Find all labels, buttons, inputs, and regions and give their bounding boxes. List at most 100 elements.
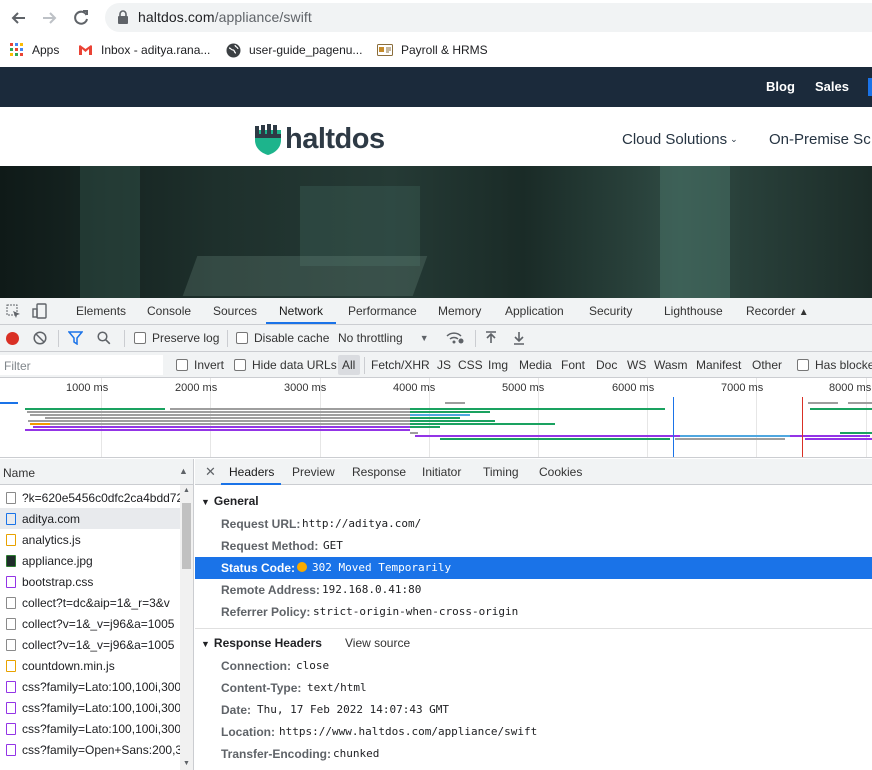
forward-icon[interactable]	[38, 7, 60, 29]
filter-media[interactable]: Media	[519, 358, 552, 372]
header-key: Status Code:	[221, 561, 296, 575]
filter-font[interactable]: Font	[561, 358, 585, 372]
tab-console[interactable]: Console	[147, 304, 191, 318]
tab-elements[interactable]: Elements	[76, 304, 126, 318]
request-row[interactable]: css?family=Open+Sans:200,3	[0, 739, 180, 760]
back-icon[interactable]	[8, 7, 30, 29]
sales-link[interactable]: Sales	[815, 79, 849, 94]
blog-link[interactable]: Blog	[766, 79, 795, 94]
hide-data-urls-checkbox[interactable]: Hide data URLs	[234, 358, 337, 372]
tab-memory[interactable]: Memory	[438, 304, 481, 318]
clear-icon[interactable]	[33, 331, 47, 348]
bookmark-inbox[interactable]: Inbox - aditya.rana...	[78, 41, 210, 59]
checkbox[interactable]	[134, 332, 146, 344]
checkbox[interactable]	[234, 359, 246, 371]
tab-recorder[interactable]: Recorder ▲	[746, 304, 809, 318]
filter-css[interactable]: CSS	[458, 358, 483, 372]
filter-input[interactable]: Filter	[0, 355, 163, 375]
request-row[interactable]: aditya.com	[0, 508, 180, 529]
invert-checkbox[interactable]: Invert	[176, 358, 224, 372]
request-row[interactable]: ?k=620e5456c0dfc2ca4bdd72	[0, 487, 180, 508]
sort-up-icon[interactable]: ▲	[179, 466, 188, 476]
tab-headers[interactable]: Headers	[229, 465, 274, 479]
import-har-icon[interactable]	[485, 331, 497, 348]
checkbox[interactable]	[236, 332, 248, 344]
nav-cloud-solutions[interactable]: Cloud Solutions ⌄	[622, 131, 738, 148]
preserve-log-checkbox[interactable]: Preserve log	[134, 331, 219, 345]
request-row[interactable]: css?family=Lato:100,100i,300,	[0, 697, 180, 718]
filter-wasm[interactable]: Wasm	[654, 358, 688, 372]
view-source-link[interactable]: View source	[345, 636, 410, 650]
haltdos-logo[interactable]: haltdos	[253, 123, 385, 156]
filter-all[interactable]: All	[342, 358, 355, 372]
record-icon[interactable]	[6, 332, 19, 345]
load-event-marker	[802, 397, 803, 457]
export-har-icon[interactable]	[513, 331, 525, 348]
checkbox[interactable]	[797, 359, 809, 371]
has-blocked-checkbox[interactable]: Has blocke	[797, 358, 872, 372]
request-row[interactable]: css?family=Lato:100,100i,300,	[0, 676, 180, 697]
filter-doc[interactable]: Doc	[596, 358, 617, 372]
tab-response[interactable]: Response	[352, 465, 406, 479]
tab-timing[interactable]: Timing	[483, 465, 519, 479]
filter-js[interactable]: JS	[437, 358, 451, 372]
tab-performance[interactable]: Performance	[348, 304, 417, 318]
tab-network[interactable]: Network	[279, 304, 323, 318]
bookmark-user-guide[interactable]: user-guide_pagenu...	[226, 41, 362, 59]
filter-manifest[interactable]: Manifest	[696, 358, 741, 372]
request-row[interactable]: bootstrap.css	[0, 571, 180, 592]
header-key: Remote Address:	[221, 583, 320, 597]
general-section-toggle[interactable]: ▼ General	[201, 494, 259, 508]
scroll-down-icon[interactable]: ▼	[183, 760, 190, 767]
device-toolbar-icon[interactable]	[32, 303, 47, 322]
tab-cookies[interactable]: Cookies	[539, 465, 582, 479]
header-value: chunked	[333, 747, 380, 760]
network-overview[interactable]: 1000 ms 2000 ms 3000 ms 4000 ms 5000 ms …	[0, 378, 872, 458]
filter-other[interactable]: Other	[752, 358, 782, 372]
request-row[interactable]: collect?t=dc&aip=1&_r=3&v	[0, 592, 180, 613]
tab-initiator[interactable]: Initiator	[422, 465, 461, 479]
request-row[interactable]: css?family=Lato:100,100i,300,	[0, 718, 180, 739]
network-conditions-icon[interactable]	[446, 331, 464, 348]
checkbox[interactable]	[176, 359, 188, 371]
request-row[interactable]: collect?v=1&_v=j96&a=1005	[0, 613, 180, 634]
request-name: analytics.js	[22, 533, 81, 547]
reload-icon[interactable]	[70, 7, 92, 29]
request-row[interactable]: analytics.js	[0, 529, 180, 550]
request-row[interactable]: countdown.min.js	[0, 655, 180, 676]
address-bar[interactable]: haltdos.com/appliance/swift	[105, 3, 872, 32]
request-list-header[interactable]: Name ▲	[0, 459, 193, 485]
search-icon[interactable]	[97, 331, 111, 348]
filter-fetch-xhr[interactable]: Fetch/XHR	[371, 358, 430, 372]
throttling-select[interactable]: No throttling ▼	[338, 331, 429, 345]
filter-img[interactable]: Img	[488, 358, 508, 372]
lock-icon[interactable]	[117, 10, 129, 27]
header-key: Date:	[221, 703, 252, 717]
request-list-scrollbar[interactable]: ▲ ▼	[180, 485, 193, 770]
waterfall-bar	[410, 432, 418, 434]
tab-security[interactable]: Security	[589, 304, 632, 318]
tab-preview[interactable]: Preview	[292, 465, 335, 479]
topbar-edge-button[interactable]	[868, 78, 872, 96]
nav-on-premise[interactable]: On-Premise Sc	[769, 131, 871, 148]
scroll-thumb[interactable]	[182, 503, 191, 569]
close-icon[interactable]: ✕	[205, 464, 216, 480]
tab-application[interactable]: Application	[505, 304, 564, 318]
tab-sources[interactable]: Sources	[213, 304, 257, 318]
bookmark-payroll[interactable]: Payroll & HRMS	[377, 41, 488, 59]
network-toolbar: Preserve log Disable cache No throttling…	[0, 325, 872, 352]
response-headers-toggle[interactable]: ▼ Response Headers	[201, 636, 322, 650]
waterfall-bar	[410, 426, 440, 428]
request-row[interactable]: appliance.jpg	[0, 550, 180, 571]
filter-ws[interactable]: WS	[627, 358, 646, 372]
bookmark-apps[interactable]: Apps	[10, 41, 59, 59]
request-row[interactable]: collect?v=1&_v=j96&a=1005	[0, 634, 180, 655]
url-text[interactable]: haltdos.com/appliance/swift	[138, 9, 312, 25]
scroll-up-icon[interactable]: ▲	[183, 487, 190, 494]
tab-lighthouse[interactable]: Lighthouse	[664, 304, 723, 318]
name-column-header[interactable]: Name	[3, 466, 35, 480]
inspect-element-icon[interactable]	[6, 304, 21, 322]
disable-cache-checkbox[interactable]: Disable cache	[236, 331, 329, 345]
header-value: http://aditya.com/	[302, 517, 422, 530]
filter-icon[interactable]	[67, 331, 84, 348]
